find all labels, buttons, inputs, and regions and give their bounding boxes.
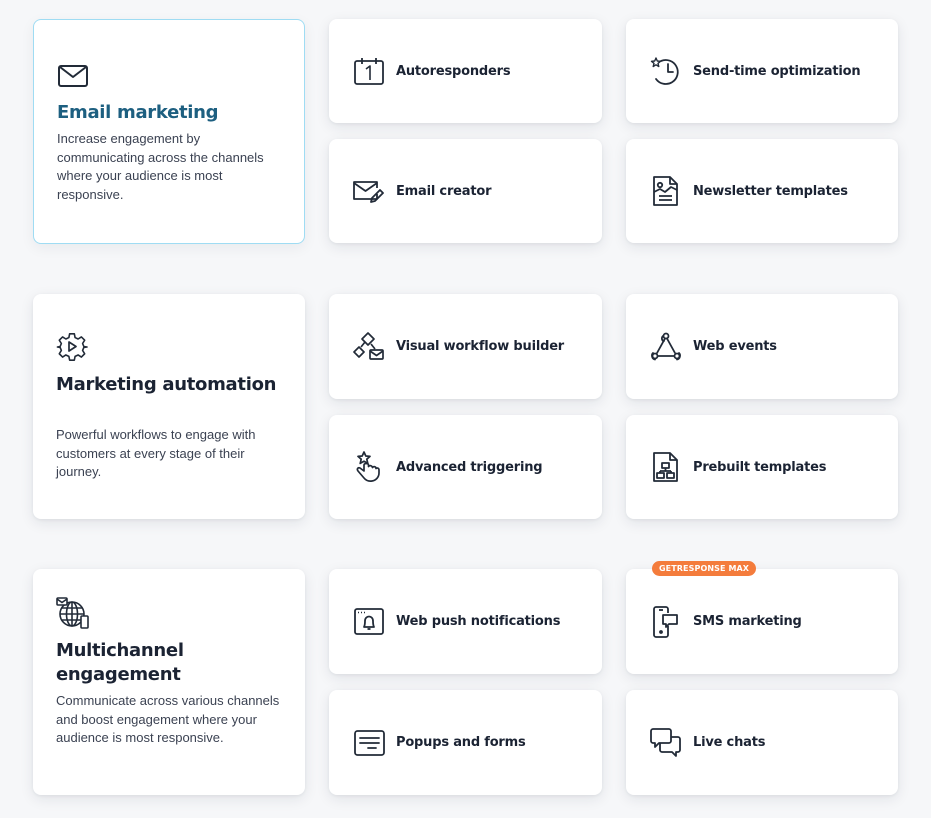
feature-label: Advanced triggering (396, 459, 543, 475)
feature-label: Web events (693, 339, 777, 354)
feature-card-web-events[interactable]: Web events (626, 294, 898, 399)
feature-card-sms-marketing[interactable]: GETRESPONSE MAX SMS marketing (626, 561, 898, 674)
feature-label: Popups and forms (396, 735, 526, 750)
category-title: Multichannel engagement (56, 640, 184, 685)
document-image-icon (650, 175, 682, 207)
hand-star-icon (353, 451, 385, 483)
category-description: Powerful workflows to engage with custom… (56, 427, 256, 480)
browser-bell-icon (353, 606, 385, 638)
clock-star-icon (650, 55, 682, 87)
feature-card-autoresponders[interactable]: Autoresponders (329, 19, 602, 123)
feature-label: Send-time optimization (693, 63, 861, 79)
phone-message-icon (650, 605, 682, 638)
globe-channels-icon (56, 597, 89, 629)
feature-card-popups-and-forms[interactable]: Popups and forms (329, 690, 602, 795)
category-title: Marketing automation (56, 374, 277, 395)
category-card-marketing-automation[interactable]: Marketing automation Powerful workflows … (33, 294, 305, 519)
getresponse-max-badge: GETRESPONSE MAX (652, 561, 757, 576)
workflow-icon (353, 331, 385, 363)
envelope-icon (57, 60, 89, 92)
feature-card-email-creator[interactable]: Email creator (329, 139, 602, 243)
feature-label: Autoresponders (396, 63, 511, 79)
feature-card-live-chats[interactable]: Live chats (626, 690, 898, 795)
feature-card-prebuilt-templates[interactable]: Prebuilt templates (626, 415, 898, 519)
gear-play-icon (56, 331, 88, 363)
feature-card-newsletter-templates[interactable]: Newsletter templates (626, 139, 898, 243)
feature-card-advanced-triggering[interactable]: Advanced triggering (329, 415, 602, 519)
feature-card-web-push-notifications[interactable]: Web push notifications (329, 569, 602, 674)
feature-label: Visual workflow builder (396, 339, 565, 354)
webhook-icon (650, 331, 682, 363)
category-card-email-marketing[interactable]: Email marketing Increase engagement by c… (33, 19, 305, 244)
feature-card-send-time-optimization[interactable]: Send-time optimization (626, 19, 898, 123)
category-title: Email marketing (57, 102, 219, 123)
chat-bubbles-icon (650, 727, 682, 759)
envelope-pen-icon (353, 175, 385, 207)
feature-label: Newsletter templates (693, 183, 848, 199)
category-card-multichannel-engagement[interactable]: Multichannel engagement Communicate acro… (33, 569, 305, 795)
feature-label: Prebuilt templates (693, 459, 827, 475)
feature-label: Web push notifications (396, 614, 561, 629)
document-flowchart-icon (650, 451, 682, 483)
category-description: Communicate across various channels and … (56, 693, 280, 746)
feature-label: Live chats (693, 735, 766, 750)
feature-label: Email creator (396, 183, 492, 199)
feature-card-visual-workflow-builder[interactable]: Visual workflow builder (329, 294, 602, 399)
calendar-icon (353, 55, 385, 87)
feature-label: SMS marketing (693, 614, 802, 629)
popup-form-icon (353, 727, 385, 759)
category-description: Increase engagement by communicating acr… (57, 131, 264, 202)
